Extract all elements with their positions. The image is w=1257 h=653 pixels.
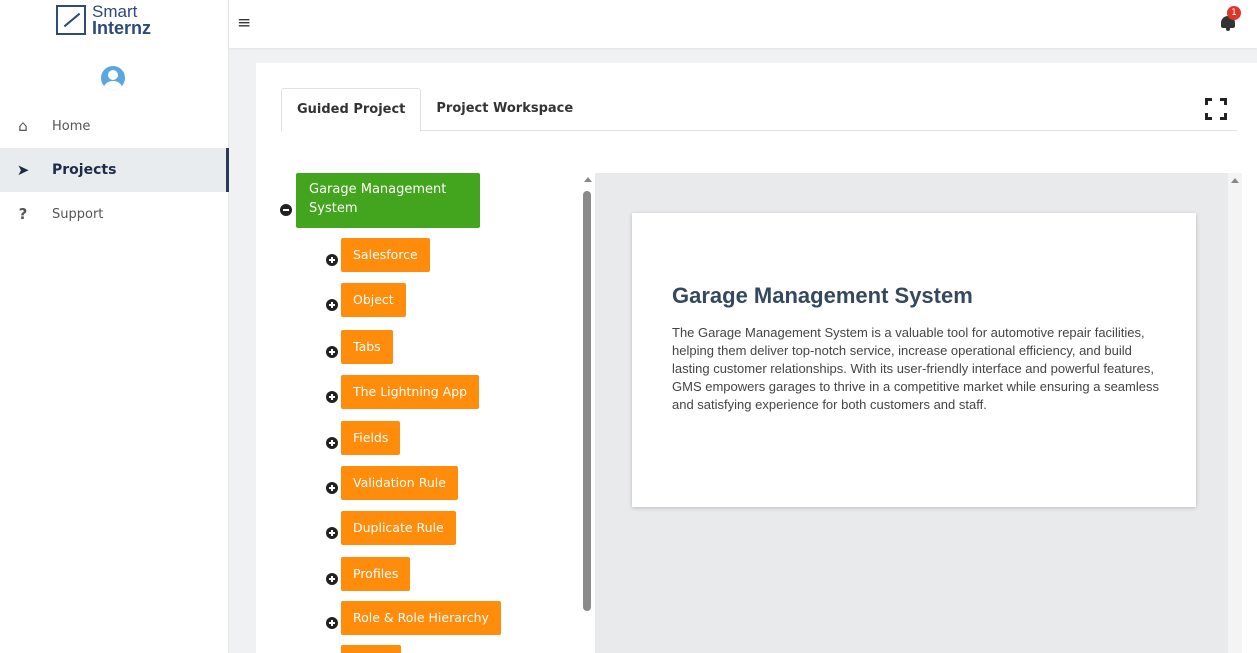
sidebar-item-label: Home: [52, 118, 91, 134]
tree-node-label[interactable]: The Lightning App: [341, 375, 480, 409]
sidebar: Smart Internz ⌂ Home ➤ Projects ? Suppor…: [0, 0, 229, 653]
expand-icon[interactable]: [326, 482, 338, 494]
tree-node[interactable]: Fields: [326, 421, 401, 455]
sidebar-item-support[interactable]: ? Support: [0, 192, 229, 236]
fullscreen-icon[interactable]: [1205, 98, 1227, 120]
expand-icon[interactable]: [326, 254, 338, 266]
tree-node[interactable]: Tabs: [326, 330, 393, 364]
tree-node[interactable]: Validation Rule: [326, 466, 458, 500]
bell-icon[interactable]: 1: [1221, 6, 1241, 31]
scroll-thumb[interactable]: [583, 191, 591, 611]
hamburger-icon[interactable]: ≡: [237, 13, 251, 33]
paper-plane-icon: ➤: [16, 161, 30, 179]
expand-icon[interactable]: [326, 617, 338, 629]
tab-bar: Guided Project Project Workspace: [281, 88, 1237, 132]
expand-icon[interactable]: [326, 299, 338, 311]
tree-root-node[interactable]: Garage Management System: [296, 173, 480, 228]
panel-scrollbar[interactable]: [1228, 173, 1242, 653]
expand-icon[interactable]: [326, 437, 338, 449]
content-description: The Garage Management System is a valuab…: [672, 325, 1159, 412]
tree-node[interactable]: Object: [326, 283, 406, 317]
expand-icon[interactable]: [326, 573, 338, 585]
tree-node[interactable]: Profiles: [326, 557, 411, 591]
tree-node-label[interactable]: Validation Rule: [341, 466, 458, 500]
tree-node-label[interactable]: Role & Role Hierarchy: [341, 601, 501, 635]
tab-guided-project[interactable]: Guided Project: [281, 88, 422, 132]
home-icon: ⌂: [18, 117, 28, 135]
notification-badge: 1: [1227, 6, 1241, 20]
brand-logo[interactable]: Smart Internz: [56, 3, 152, 38]
tree-node[interactable]: Duplicate Rule: [326, 511, 456, 545]
expand-icon[interactable]: [326, 527, 338, 539]
brand-line2: Internz: [92, 18, 152, 38]
scroll-up-icon[interactable]: [1231, 178, 1239, 183]
project-tree: Garage Management System Salesforce Obje…: [256, 173, 581, 653]
sidebar-item-home[interactable]: ⌂ Home: [0, 104, 229, 148]
expand-icon[interactable]: [326, 391, 338, 403]
avatar[interactable]: [101, 66, 125, 90]
tree-node-label[interactable]: Tabs: [341, 330, 393, 364]
tree-node-label[interactable]: [341, 645, 401, 653]
content-panel: Garage Management System The Garage Mana…: [595, 173, 1242, 653]
tree-node[interactable]: [326, 645, 401, 653]
content-title: Garage Management System: [672, 283, 973, 308]
project-card: Guided Project Project Workspace Garage …: [256, 63, 1257, 653]
tree-node-label[interactable]: Object: [341, 283, 406, 317]
collapse-icon[interactable]: [280, 204, 292, 216]
logo-icon: [56, 5, 86, 35]
question-icon: ?: [18, 205, 28, 223]
expand-icon[interactable]: [326, 346, 338, 358]
tree-node-label[interactable]: Duplicate Rule: [341, 511, 456, 545]
sidebar-item-projects[interactable]: ➤ Projects: [0, 148, 229, 192]
tree-node-label[interactable]: Salesforce: [341, 238, 430, 272]
tree-scrollbar[interactable]: [581, 173, 595, 653]
tab-project-workspace[interactable]: Project Workspace: [421, 88, 588, 131]
sidebar-item-label: Support: [52, 206, 104, 222]
tree-node-label[interactable]: Fields: [341, 421, 401, 455]
info-card: Garage Management System The Garage Mana…: [632, 213, 1196, 507]
tree-node[interactable]: Role & Role Hierarchy: [326, 601, 501, 635]
topbar: ≡ 1: [229, 0, 1257, 48]
sidebar-nav: ⌂ Home ➤ Projects ? Support: [0, 104, 229, 236]
tree-node[interactable]: The Lightning App: [326, 375, 480, 409]
sidebar-item-label: Projects: [52, 162, 117, 178]
tree-node[interactable]: Salesforce: [326, 238, 430, 272]
tree-node-label[interactable]: Profiles: [341, 557, 411, 591]
scroll-up-icon[interactable]: [584, 177, 592, 182]
